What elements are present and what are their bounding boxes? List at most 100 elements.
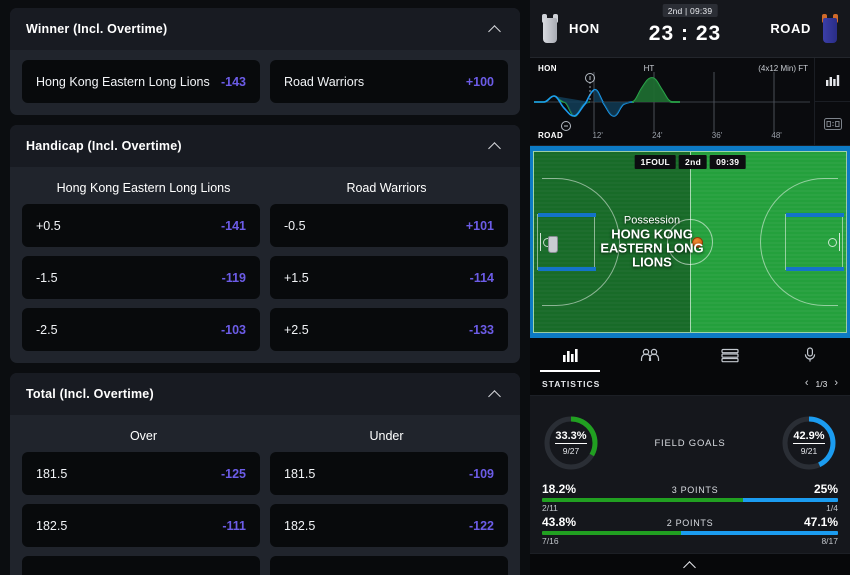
odds-price: -114	[469, 270, 494, 285]
odds-button[interactable]: -1.5 -119	[22, 256, 260, 299]
backboard-left	[540, 233, 541, 251]
column-headers: Hong Kong Eastern Long Lions Road Warrio…	[22, 177, 508, 204]
away-team-abbr: ROAD	[770, 21, 811, 36]
momentum-plot: HON ROAD HT (4x12 Min) FT 12' 24' 36' 48…	[530, 58, 814, 145]
odds-button[interactable]	[22, 556, 260, 575]
bar-chart-icon	[825, 74, 839, 86]
odds-row: 181.5 -125 181.5 -109	[22, 452, 508, 495]
scoreboard-icon	[823, 117, 842, 130]
scoreboard: HON 2nd | 09:39 23 : 23 ROAD	[530, 0, 850, 58]
page-indicator: 1/3	[815, 378, 828, 389]
momentum-barchart-button[interactable]	[815, 58, 850, 101]
momentum-chart: HON ROAD HT (4x12 Min) FT 12' 24' 36' 48…	[530, 58, 850, 146]
field-goals-row: 33.3% 9/27 FIELD GOALS 42.9% 9/21	[542, 406, 838, 480]
odds-button[interactable]: +0.5 -141	[22, 204, 260, 247]
market-title: Total (Incl. Overtime)	[26, 387, 154, 401]
odds-selection-name: +1.5	[284, 270, 309, 285]
momentum-side-controls	[814, 58, 850, 145]
odds-selection-name: Road Warriors	[284, 74, 365, 89]
odds-price: -111	[222, 518, 246, 533]
hoop-right	[828, 238, 837, 247]
away-score: 23	[695, 22, 722, 45]
chevron-left-icon[interactable]: ‹	[805, 378, 809, 389]
stat-label-field-goals: FIELD GOALS	[654, 437, 726, 449]
market-header[interactable]: Total (Incl. Overtime)	[10, 373, 520, 415]
momentum-scoreboard-button[interactable]	[815, 101, 850, 145]
odds-selection-name: -2.5	[36, 322, 58, 337]
odds-button[interactable]: Road Warriors +100	[270, 60, 508, 103]
statistics-header: STATISTICS ‹ 1/3 ›	[530, 372, 850, 396]
tab-commentary[interactable]	[770, 338, 850, 372]
market-body: Hong Kong Eastern Long Lions Road Warrio…	[10, 167, 520, 363]
widget-tabs	[530, 338, 850, 372]
tab-lineups[interactable]	[610, 338, 690, 372]
backboard-right	[839, 233, 840, 251]
stat-home-fraction: 7/16	[542, 536, 559, 546]
odds-row: 182.5 -111 182.5 -122	[22, 504, 508, 547]
odds-price: -122	[468, 518, 494, 533]
stat-home-percent: 18.2%	[542, 482, 577, 496]
odds-price: -143	[220, 74, 246, 89]
odds-price: -103	[220, 322, 246, 337]
score-area: 2nd | 09:39 23 : 23	[600, 4, 771, 46]
chevron-up-icon[interactable]	[488, 389, 504, 399]
donut-value-away: 42.9% 9/21	[780, 414, 838, 472]
odds-button[interactable]: +2.5 -133	[270, 308, 508, 351]
odds-row	[22, 556, 508, 575]
donut-percent: 42.9%	[793, 430, 825, 445]
basketball-court: 1FOUL 2nd 09:39 Possession HONG KONG EAS…	[533, 151, 847, 333]
market-header[interactable]: Handicap (Incl. Overtime)	[10, 125, 520, 167]
odds-button[interactable]: 181.5 -109	[270, 452, 508, 495]
market-header[interactable]: Winner (Incl. Overtime)	[10, 8, 520, 50]
column-header: Hong Kong Eastern Long Lions	[56, 181, 231, 195]
bar-chart-icon	[562, 348, 578, 362]
market-body: Over Under 181.5 -125 181.5 -109 182.5 -…	[10, 415, 520, 575]
odds-selection-name: Hong Kong Eastern Long Lions	[36, 74, 210, 89]
statistics-body: 33.3% 9/27 FIELD GOALS 42.9% 9/21 18.2% …	[530, 396, 850, 553]
stat-bar-home	[542, 531, 682, 535]
foul-count: 1FOUL	[634, 155, 677, 169]
stat-bar	[542, 498, 838, 502]
market-body: Hong Kong Eastern Long Lions -143 Road W…	[10, 50, 520, 115]
column-header: Road Warriors	[346, 181, 427, 195]
court-visualization: 1FOUL 2nd 09:39 Possession HONG KONG EAS…	[530, 146, 850, 338]
column-header: Under	[369, 429, 404, 443]
stat-away-percent: 25%	[813, 482, 838, 496]
stat-bar-home	[542, 498, 744, 502]
donut-fraction: 9/27	[562, 445, 580, 456]
statistics-pager: ‹ 1/3 ›	[805, 378, 838, 389]
stat-category: 2 POINTS	[666, 518, 714, 528]
chevron-right-icon[interactable]: ›	[834, 378, 838, 389]
donut-chart-away: 42.9% 9/21	[780, 414, 838, 472]
widget-collapse-bar[interactable]	[530, 553, 850, 575]
odds-row: Hong Kong Eastern Long Lions -143 Road W…	[22, 60, 508, 103]
market-title: Handicap (Incl. Overtime)	[26, 139, 182, 153]
chevron-up-icon[interactable]	[488, 141, 504, 151]
odds-button[interactable]: Hong Kong Eastern Long Lions -143	[22, 60, 260, 103]
odds-selection-name: 181.5	[284, 466, 316, 481]
odds-button[interactable]: 181.5 -125	[22, 452, 260, 495]
odds-button[interactable]: +1.5 -114	[270, 256, 508, 299]
stat-top: 18.2% 3 POINTS 25%	[542, 482, 838, 496]
tab-statistics[interactable]	[530, 338, 610, 372]
odds-selection-name: -0.5	[284, 218, 306, 233]
odds-button[interactable]	[270, 556, 508, 575]
odds-row: -2.5 -103 +2.5 -133	[22, 308, 508, 351]
chevron-up-icon[interactable]	[683, 561, 697, 569]
stat-bar-away	[743, 498, 838, 502]
stat-top: 43.8% 2 POINTS 47.1%	[542, 515, 838, 529]
chevron-up-icon[interactable]	[488, 24, 504, 34]
score-separator: :	[681, 22, 689, 45]
odds-button[interactable]: -0.5 +101	[270, 204, 508, 247]
stat-away-fraction: 8/17	[821, 536, 838, 546]
possession-indicator: Possession HONG KONG EASTERN LONG LIONS	[587, 214, 717, 269]
odds-button[interactable]: 182.5 -122	[270, 504, 508, 547]
odds-button[interactable]: -2.5 -103	[22, 308, 260, 351]
tab-list[interactable]	[690, 338, 770, 372]
market-title: Winner (Incl. Overtime)	[26, 22, 168, 36]
betting-markets-panel: Winner (Incl. Overtime) Hong Kong Easter…	[0, 0, 530, 575]
donut-fraction: 9/21	[800, 445, 818, 456]
odds-selection-name: +0.5	[36, 218, 61, 233]
odds-button[interactable]: 182.5 -111	[22, 504, 260, 547]
possession-team: HONG KONG EASTERN LONG LIONS	[600, 226, 704, 270]
